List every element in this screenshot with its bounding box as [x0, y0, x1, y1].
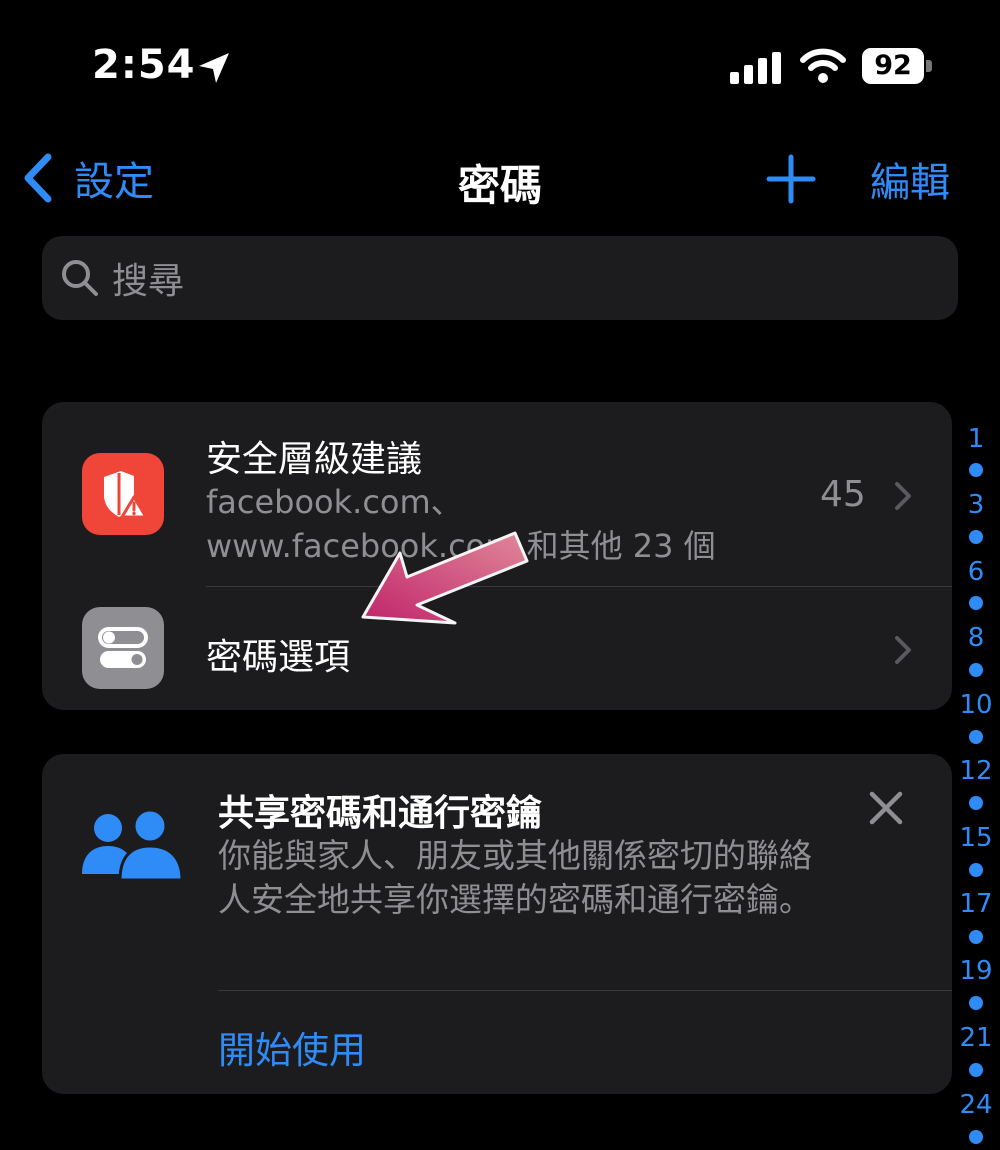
security-recommendations-icon-badge — [82, 453, 164, 535]
share-card-title: 共享密碼和通行密鑰 — [218, 793, 543, 834]
search-field[interactable]: 搜尋 — [42, 236, 958, 320]
share-passwords-card: 共享密碼和通行密鑰 你能與家人、朋友或其他關係密切的聯絡人安全地共享你選擇的密碼… — [42, 754, 952, 1094]
people-icon — [82, 810, 184, 882]
get-started-button[interactable]: 開始使用 — [218, 1020, 366, 1074]
page-title: 密碼 — [457, 161, 542, 210]
index-dot[interactable] — [969, 1130, 983, 1144]
security-recommendations-count: 45 — [820, 474, 866, 515]
add-icon[interactable] — [766, 154, 816, 204]
index-label[interactable]: 3 — [952, 490, 1000, 520]
security-recommendations-title[interactable]: 安全層級建議 — [206, 430, 422, 482]
password-options-icon-badge — [82, 607, 164, 689]
index-dot[interactable] — [969, 863, 983, 877]
index-label[interactable]: 19 — [952, 956, 1000, 986]
row-divider — [218, 990, 952, 991]
row-divider — [206, 586, 952, 587]
search-icon — [62, 260, 98, 296]
shield-warning-icon — [104, 471, 148, 519]
status-time: 2:54 — [92, 42, 196, 88]
index-dot[interactable] — [969, 730, 983, 744]
index-dot[interactable] — [969, 1063, 983, 1077]
location-arrow-icon — [199, 53, 229, 83]
index-label[interactable]: 21 — [952, 1023, 1000, 1053]
index-label[interactable]: 15 — [952, 823, 1000, 853]
index-dot[interactable] — [969, 996, 983, 1010]
close-icon[interactable] — [866, 788, 906, 828]
battery-cap — [926, 60, 932, 72]
index-dot[interactable] — [969, 596, 983, 610]
index-dot[interactable] — [969, 796, 983, 810]
search-placeholder: 搜尋 — [112, 261, 185, 302]
index-label[interactable]: 12 — [952, 756, 1000, 786]
edit-button[interactable]: 編輯 — [870, 150, 950, 208]
index-label[interactable]: 24 — [952, 1090, 1000, 1120]
share-card-description: 你能與家人、朋友或其他關係密切的聯絡人安全地共享你選擇的密碼和通行密鑰。 — [218, 836, 812, 919]
index-label[interactable]: 10 — [952, 690, 1000, 720]
index-label[interactable]: 6 — [952, 557, 1000, 587]
index-label[interactable]: 8 — [952, 623, 1000, 653]
password-options-title[interactable]: 密碼選項 — [206, 628, 350, 680]
index-dot[interactable] — [969, 663, 983, 677]
cellular-signal-icon — [730, 52, 781, 84]
annotation-arrow — [361, 531, 529, 625]
index-label[interactable]: 17 — [952, 889, 1000, 919]
index-label[interactable]: 1 — [952, 424, 1000, 454]
index-dot[interactable] — [969, 463, 983, 477]
wifi-icon — [800, 48, 846, 83]
toggle-switches-icon — [98, 627, 148, 668]
security-subtitle-line-1: facebook.com、 — [206, 483, 463, 521]
chevron-right-icon[interactable] — [892, 634, 914, 666]
battery-indicator: 92 — [862, 48, 924, 84]
chevron-right-icon[interactable] — [892, 480, 914, 512]
section-index-strip[interactable]: 1 3 6 8 10 12 15 17 19 21 24 — [952, 424, 1000, 1150]
index-dot[interactable] — [969, 530, 983, 544]
index-dot[interactable] — [969, 930, 983, 944]
